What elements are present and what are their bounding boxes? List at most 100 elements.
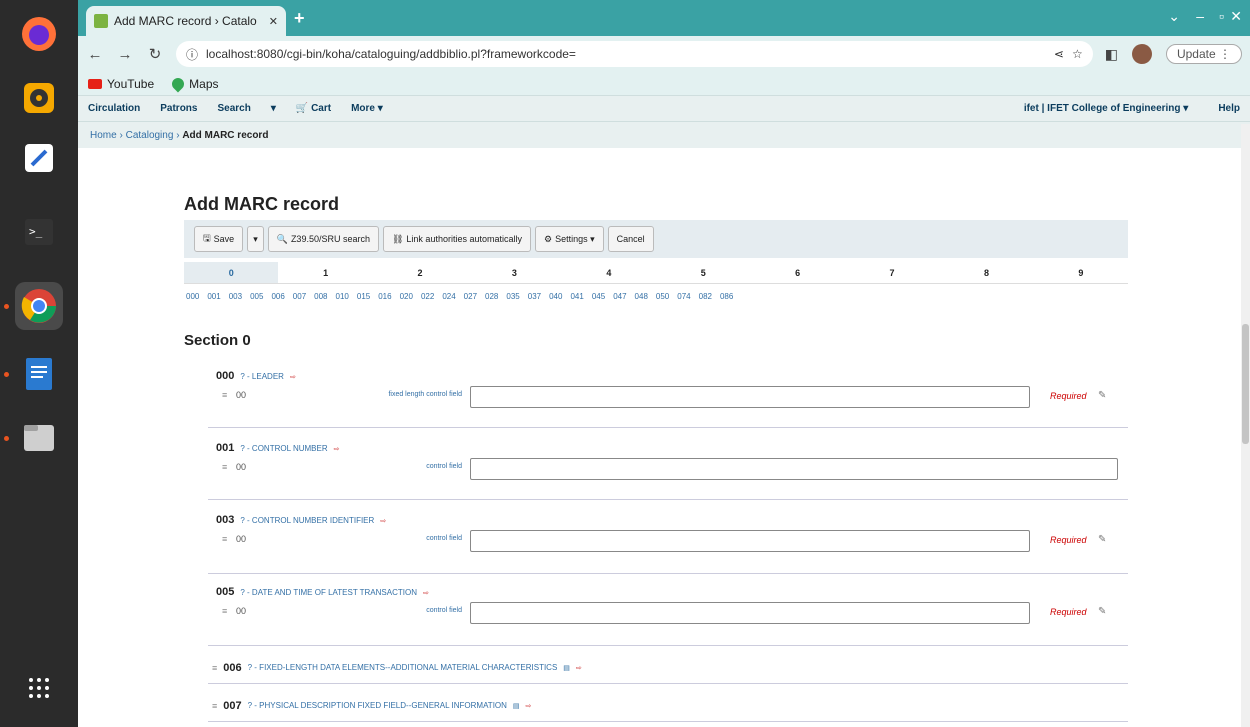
libreoffice-writer-icon[interactable] — [15, 350, 63, 398]
field-name-link[interactable]: ? - CONTROL NUMBER IDENTIFIER — [240, 516, 374, 525]
tag-link-040[interactable]: 040 — [549, 292, 562, 301]
clone-icon[interactable]: ▤ — [563, 664, 570, 672]
field-name-link[interactable]: ? - DATE AND TIME OF LATEST TRANSACTION — [240, 588, 417, 597]
tab-5[interactable]: 5 — [656, 262, 750, 283]
sidepanel-icon[interactable]: ◧ — [1105, 46, 1118, 63]
tag-link-041[interactable]: 041 — [570, 292, 583, 301]
save-button[interactable]: 🖫 Save — [194, 226, 244, 252]
tag-link-037[interactable]: 037 — [528, 292, 541, 301]
profile-avatar[interactable] — [1131, 44, 1152, 64]
clone-icon[interactable]: ▤ — [513, 702, 520, 710]
field-name-link[interactable]: ? - PHYSICAL DESCRIPTION FIXED FIELD--GE… — [248, 701, 507, 710]
nav-help[interactable]: Help — [1218, 103, 1240, 114]
tag-link-001[interactable]: 001 — [207, 292, 220, 301]
text-editor-icon[interactable] — [15, 134, 63, 182]
nav-search-dropdown[interactable]: ▾ — [271, 103, 276, 114]
bookmark-star-icon[interactable]: ☆ — [1072, 47, 1083, 61]
show-apps-icon[interactable] — [15, 664, 63, 712]
repeat-icon[interactable]: ⇨ — [576, 664, 582, 672]
tag-link-048[interactable]: 048 — [635, 292, 648, 301]
share-icon[interactable]: ⋖ — [1054, 47, 1064, 61]
nav-patrons[interactable]: Patrons — [160, 103, 197, 114]
settings-button[interactable]: ⚙ Settings ▾ — [534, 226, 604, 252]
tag-link-028[interactable]: 028 — [485, 292, 498, 301]
nav-library-selector[interactable]: ifet | IFET College of Engineering ▾ — [1024, 103, 1189, 114]
tag-link-010[interactable]: 010 — [336, 292, 349, 301]
new-tab-button[interactable]: + — [294, 8, 305, 29]
repeat-icon[interactable]: ⇨ — [334, 445, 340, 453]
expand-handle-icon[interactable]: ≡ — [212, 701, 217, 711]
tab-4[interactable]: 4 — [562, 262, 656, 283]
tag-link-003[interactable]: 003 — [229, 292, 242, 301]
edit-plugin-icon[interactable]: ✎ — [1098, 606, 1106, 617]
control-number-input[interactable] — [470, 458, 1118, 480]
repeat-icon[interactable]: ⇨ — [526, 702, 532, 710]
tag-link-027[interactable]: 027 — [464, 292, 477, 301]
field-name-link[interactable]: ? - CONTROL NUMBER — [240, 444, 327, 453]
tag-link-007[interactable]: 007 — [293, 292, 306, 301]
tab-3[interactable]: 3 — [467, 262, 561, 283]
tab-7[interactable]: 7 — [845, 262, 939, 283]
back-icon[interactable]: ← — [86, 46, 104, 63]
firefox-icon[interactable] — [15, 10, 63, 58]
tag-link-005[interactable]: 005 — [250, 292, 263, 301]
control-number-identifier-input[interactable] — [470, 530, 1030, 552]
nav-circulation[interactable]: Circulation — [88, 103, 140, 114]
drag-handle-icon[interactable]: ≡ — [222, 534, 227, 544]
breadcrumb-home[interactable]: Home — [90, 130, 117, 141]
tab-9[interactable]: 9 — [1034, 262, 1128, 283]
tab-8[interactable]: 8 — [939, 262, 1033, 283]
tab-0[interactable]: 0 — [184, 262, 279, 283]
tab-2[interactable]: 2 — [373, 262, 467, 283]
drag-handle-icon[interactable]: ≡ — [222, 606, 227, 616]
edit-plugin-icon[interactable]: ✎ — [1098, 534, 1106, 545]
update-button[interactable]: Update ⋮ — [1165, 44, 1242, 64]
close-window-icon[interactable]: ✕ — [1230, 8, 1242, 25]
tag-link-020[interactable]: 020 — [400, 292, 413, 301]
tab-close-icon[interactable]: ✕ — [269, 15, 278, 28]
tag-link-000[interactable]: 000 — [186, 292, 199, 301]
field-006[interactable]: ≡ 006 ? - FIXED-LENGTH DATA ELEMENTS--AD… — [208, 652, 1128, 684]
forward-icon[interactable]: → — [116, 46, 134, 63]
scrollbar-thumb[interactable] — [1242, 324, 1249, 444]
tab-add-marc-record[interactable]: Add MARC record › Catalo ✕ — [86, 6, 286, 36]
files-icon[interactable] — [15, 414, 63, 462]
tab-6[interactable]: 6 — [750, 262, 844, 283]
nav-search[interactable]: Search — [217, 103, 250, 114]
tag-link-024[interactable]: 024 — [442, 292, 455, 301]
nav-more[interactable]: More ▾ — [351, 103, 383, 114]
tag-link-016[interactable]: 016 — [378, 292, 391, 301]
drag-handle-icon[interactable]: ≡ — [222, 390, 227, 400]
tag-link-074[interactable]: 074 — [677, 292, 690, 301]
maximize-icon[interactable]: ▫ — [1219, 8, 1224, 24]
z3950-search-button[interactable]: 🔍 Z39.50/SRU search — [267, 226, 379, 252]
field-name-link[interactable]: ? - FIXED-LENGTH DATA ELEMENTS--ADDITION… — [248, 663, 558, 672]
tab-search-icon[interactable]: ⌄ — [1168, 8, 1180, 25]
save-dropdown-button[interactable]: ▾ — [247, 226, 264, 252]
tag-link-022[interactable]: 022 — [421, 292, 434, 301]
edit-plugin-icon[interactable]: ✎ — [1098, 390, 1106, 401]
breadcrumb-cataloging[interactable]: Cataloging — [126, 130, 174, 141]
tab-1[interactable]: 1 — [278, 262, 372, 283]
tag-link-006[interactable]: 006 — [271, 292, 284, 301]
nav-cart[interactable]: 🛒 Cart — [296, 103, 331, 114]
tag-link-035[interactable]: 035 — [506, 292, 519, 301]
rhythmbox-icon[interactable] — [15, 74, 63, 122]
field-name-link[interactable]: ? - LEADER — [240, 372, 284, 381]
info-icon[interactable]: ⓘ — [186, 46, 198, 63]
tag-link-050[interactable]: 050 — [656, 292, 669, 301]
field-007[interactable]: ≡ 007 ? - PHYSICAL DESCRIPTION FIXED FIE… — [208, 690, 1128, 722]
terminal-icon[interactable]: >_ — [15, 208, 63, 256]
leader-input[interactable] — [470, 386, 1030, 408]
address-bar[interactable]: ⓘ localhost:8080/cgi-bin/koha/cataloguin… — [176, 41, 1093, 67]
repeat-icon[interactable]: ⇨ — [423, 589, 429, 597]
reload-icon[interactable]: ↻ — [146, 45, 164, 63]
repeat-icon[interactable]: ⇨ — [380, 517, 386, 525]
bookmark-maps[interactable]: Maps — [169, 75, 219, 92]
tag-link-086[interactable]: 086 — [720, 292, 733, 301]
chrome-icon[interactable] — [15, 282, 63, 330]
page-scrollbar[interactable] — [1241, 124, 1250, 727]
bookmark-youtube[interactable]: YouTube — [88, 77, 154, 91]
date-time-input[interactable] — [470, 602, 1030, 624]
repeat-icon[interactable]: ⇨ — [290, 373, 296, 381]
